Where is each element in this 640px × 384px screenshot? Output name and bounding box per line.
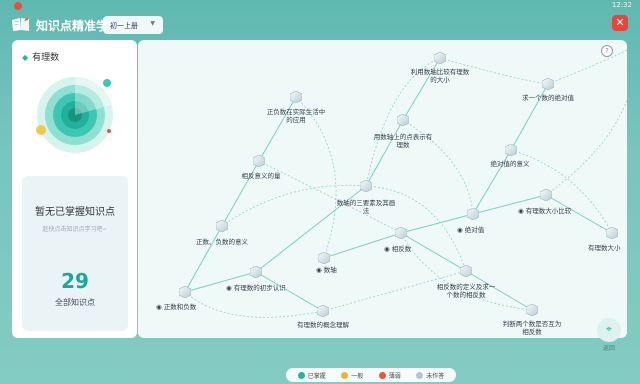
stats-subtitle: 赶快点击知识点学习吧~ xyxy=(42,226,108,233)
subject-name: 有理数 xyxy=(32,53,60,63)
node-13-text: 数轴 xyxy=(323,266,337,274)
knowledge-count: 29 xyxy=(61,269,89,293)
subject-panel: ◆ 有理数 暂无已掌握知识点 赶快点击知识点学习吧~ 29 全部知识点 xyxy=(12,40,137,338)
node-10-icon[interactable] xyxy=(216,220,228,232)
node-14-icon[interactable] xyxy=(250,266,262,278)
location-pin-icon: ⌖ xyxy=(597,318,621,342)
node-8-text: 有理数大小比较 xyxy=(525,207,572,215)
stats-card: 暂无已掌握知识点 赶快点击知识点学习吧~ 29 全部知识点 xyxy=(22,176,128,331)
node-12-icon[interactable] xyxy=(606,227,618,239)
node-9-icon[interactable] xyxy=(467,208,479,220)
close-button[interactable]: ✕ xyxy=(612,15,628,31)
legend-label: 一般 xyxy=(351,372,364,380)
legend-dot-icon xyxy=(297,371,305,379)
node-12-label[interactable]: 有理数大小 xyxy=(588,244,627,252)
progress-radar-icon xyxy=(36,77,113,153)
knowledge-map[interactable]: 利用数轴比较有理数的大小 求一个数的绝对值 正负数在实际生活中的应用 用数轴上的… xyxy=(138,40,627,338)
node-3-label[interactable]: 正负数在实际生活中的应用 xyxy=(264,108,328,124)
node-9-label[interactable]: ◉ 绝对值 xyxy=(457,226,507,234)
legend-item-unanswered: 未作答 xyxy=(416,371,444,380)
node-6-label[interactable]: 绝对值的意义 xyxy=(478,160,542,168)
node-16-label[interactable]: ◉ 正数和负数 xyxy=(156,303,226,311)
app-header: 知识点精准学 初一上册 ▼ ✕ xyxy=(0,12,640,38)
grade-select[interactable]: 初一上册 ▼ xyxy=(103,16,163,34)
node-1-label[interactable]: 利用数轴比较有理数的大小 xyxy=(408,68,472,84)
node-8-icon[interactable] xyxy=(540,189,552,201)
stats-title: 暂无已掌握知识点 xyxy=(35,207,115,218)
legend-dot-icon xyxy=(341,371,349,379)
node-7-icon[interactable] xyxy=(360,180,372,192)
node-11-label[interactable]: ◉ 相反数 xyxy=(384,245,434,253)
node-15-label[interactable]: 相反数的定义及求一个数的相反数 xyxy=(434,283,498,299)
node-3-icon[interactable] xyxy=(290,91,302,103)
node-6-icon[interactable] xyxy=(505,144,517,156)
subject-heading: ◆ 有理数 xyxy=(22,50,59,63)
node-16-icon[interactable] xyxy=(179,286,191,298)
legend-dot-icon xyxy=(416,371,424,379)
node-15-icon[interactable] xyxy=(460,265,472,277)
legend-item-mastered: 已掌握 xyxy=(297,371,326,380)
node-18-icon[interactable] xyxy=(526,304,538,316)
legend-item-average: 一般 xyxy=(341,371,363,380)
legend-item-weak: 薄弱 xyxy=(378,371,401,380)
book-logo-icon xyxy=(12,17,29,31)
legend-label: 已掌握 xyxy=(307,372,326,380)
node-8-label[interactable]: ◉ 有理数大小比较 xyxy=(518,207,588,215)
grade-select-value: 初一上册 xyxy=(110,22,138,30)
node-1-icon[interactable] xyxy=(434,52,446,64)
legend-dot-icon xyxy=(378,371,386,379)
legend-label: 薄弱 xyxy=(388,372,401,380)
node-2-label[interactable]: 求一个数的绝对值 xyxy=(516,94,580,102)
status-time: 12:32 xyxy=(611,1,632,9)
subject-marker-icon: ◆ xyxy=(22,53,29,62)
node-7-label[interactable]: 数轴的三要素及其画法 xyxy=(334,199,398,215)
back-button[interactable]: ⌖ 返回 xyxy=(596,318,622,352)
node-13-icon[interactable] xyxy=(318,252,330,264)
node-18-label[interactable]: 判断两个数是否互为相反数 xyxy=(500,320,564,336)
knowledge-count-label: 全部知识点 xyxy=(55,298,95,307)
status-bar: 12:32 xyxy=(0,0,640,12)
help-button[interactable]: ? xyxy=(601,45,613,57)
node-10-label[interactable]: 正数、负数的意义 xyxy=(190,238,254,246)
legend-label: 未作答 xyxy=(426,372,445,380)
node-2-icon[interactable] xyxy=(542,78,554,90)
node-14-text: 有理数的初步认识 xyxy=(233,284,286,292)
node-4-icon[interactable] xyxy=(397,114,409,126)
node-14-label[interactable]: ◉ 有理数的初步认识 xyxy=(226,284,306,292)
node-11-icon[interactable] xyxy=(395,227,407,239)
node-17-icon[interactable] xyxy=(317,305,329,317)
node-5-label[interactable]: 相反意义的量 xyxy=(229,172,293,180)
node-16-text: 正数和负数 xyxy=(163,303,197,311)
node-17-label[interactable]: 有理数的概念理解 xyxy=(291,321,355,329)
node-13-label[interactable]: ◉ 数轴 xyxy=(316,266,356,274)
node-11-text: 相反数 xyxy=(391,245,412,253)
node-9-text: 绝对值 xyxy=(464,226,485,234)
chevron-down-icon: ▼ xyxy=(150,20,155,27)
back-label: 返回 xyxy=(602,345,615,352)
node-4-label[interactable]: 用数轴上的点表示有理数 xyxy=(371,133,435,149)
notification-dot xyxy=(14,2,22,10)
app-title: 知识点精准学 xyxy=(36,19,109,33)
mastery-legend: 已掌握 一般 薄弱 未作答 xyxy=(286,368,456,382)
node-5-icon[interactable] xyxy=(253,155,265,167)
